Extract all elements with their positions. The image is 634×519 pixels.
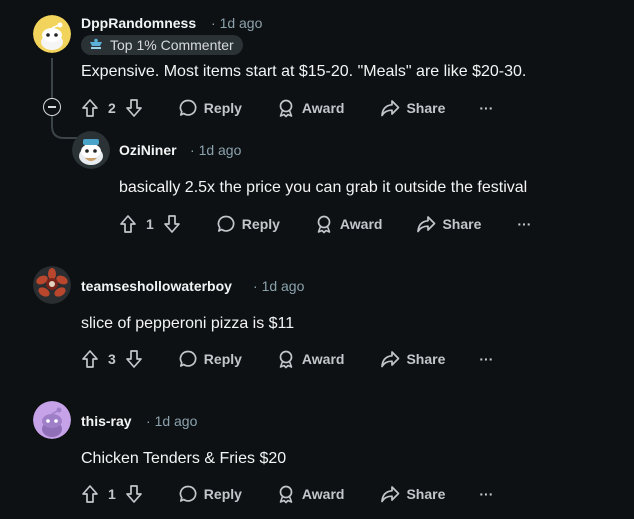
vote-group: 3 — [80, 349, 144, 369]
avatar[interactable] — [33, 266, 71, 304]
award-button[interactable]: Award — [276, 349, 344, 369]
comment-time: · 1d ago — [253, 278, 305, 294]
more-options-button[interactable]: ··· — [479, 100, 493, 116]
vote-count: 1 — [108, 486, 116, 502]
share-button[interactable]: Share — [380, 349, 445, 369]
downvote-icon[interactable] — [162, 214, 182, 234]
avatar[interactable] — [33, 401, 71, 439]
award-button[interactable]: Award — [314, 214, 382, 234]
award-icon — [279, 350, 293, 369]
more-options-button[interactable]: ··· — [479, 351, 493, 367]
share-button[interactable]: Share — [380, 484, 445, 504]
reply-icon — [217, 215, 235, 232]
comment-actions: 1 Reply Award Share ··· — [118, 212, 531, 236]
reply-icon — [179, 350, 197, 367]
award-icon — [279, 485, 293, 504]
reply-button[interactable]: Reply — [216, 214, 280, 234]
more-options-button[interactable]: ··· — [479, 486, 493, 502]
comment-actions: 1 Reply Award Share ··· — [80, 482, 493, 506]
downvote-icon[interactable] — [124, 98, 144, 118]
vote-count: 2 — [108, 100, 116, 116]
badge-icon — [90, 38, 102, 49]
reply-button[interactable]: Reply — [178, 349, 242, 369]
reply-icon — [179, 485, 197, 502]
downvote-icon[interactable] — [124, 349, 144, 369]
collapse-thread-button[interactable] — [43, 98, 61, 116]
share-button[interactable]: Share — [416, 214, 481, 234]
vote-count: 1 — [146, 216, 154, 232]
vote-group: 2 — [80, 98, 144, 118]
comment-body: Expensive. Most items start at $15-20. "… — [81, 63, 527, 80]
vote-group: 1 — [118, 214, 182, 234]
vote-count: 3 — [108, 351, 116, 367]
award-icon — [317, 215, 331, 234]
reply-button[interactable]: Reply — [178, 98, 242, 118]
upvote-icon[interactable] — [80, 484, 100, 504]
award-button[interactable]: Award — [276, 484, 344, 504]
comment-body: basically 2.5x the price you can grab it… — [119, 179, 528, 196]
upvote-icon[interactable] — [80, 349, 100, 369]
more-options-button[interactable]: ··· — [517, 216, 531, 232]
upvote-icon[interactable] — [80, 98, 100, 118]
avatar[interactable] — [33, 15, 71, 53]
badge-label: Top 1% Commenter — [110, 37, 234, 53]
thread-line — [51, 58, 53, 98]
comment-actions: 3 Reply Award Share ··· — [80, 347, 493, 371]
reply-button[interactable]: Reply — [178, 484, 242, 504]
reply-icon — [179, 99, 197, 116]
user-flair-badge: Top 1% Commenter — [81, 35, 243, 55]
comment-time: · 1d ago — [146, 413, 198, 429]
comment-author[interactable]: OziNiner — [119, 142, 177, 158]
share-icon — [417, 216, 436, 233]
comment-time: · 1d ago — [211, 15, 263, 31]
comment-author[interactable]: this-ray — [81, 413, 132, 429]
vote-group: 1 — [80, 484, 144, 504]
comment-actions: 2 Reply Award Share ··· — [80, 96, 493, 120]
comment-time: · 1d ago — [190, 142, 242, 158]
downvote-icon[interactable] — [124, 484, 144, 504]
avatar[interactable] — [72, 131, 110, 169]
comment-author[interactable]: DppRandomness — [81, 15, 196, 31]
share-icon — [381, 351, 400, 368]
award-icon — [279, 99, 293, 118]
award-button[interactable]: Award — [276, 98, 344, 118]
share-icon — [381, 486, 400, 503]
comment-author[interactable]: teamseshollowaterboy — [81, 278, 232, 294]
comment-body: Chicken Tenders & Fries $20 — [81, 450, 287, 467]
share-icon — [381, 100, 400, 117]
share-button[interactable]: Share — [380, 98, 445, 118]
comment-body: slice of pepperoni pizza is $11 — [81, 315, 295, 332]
upvote-icon[interactable] — [118, 214, 138, 234]
